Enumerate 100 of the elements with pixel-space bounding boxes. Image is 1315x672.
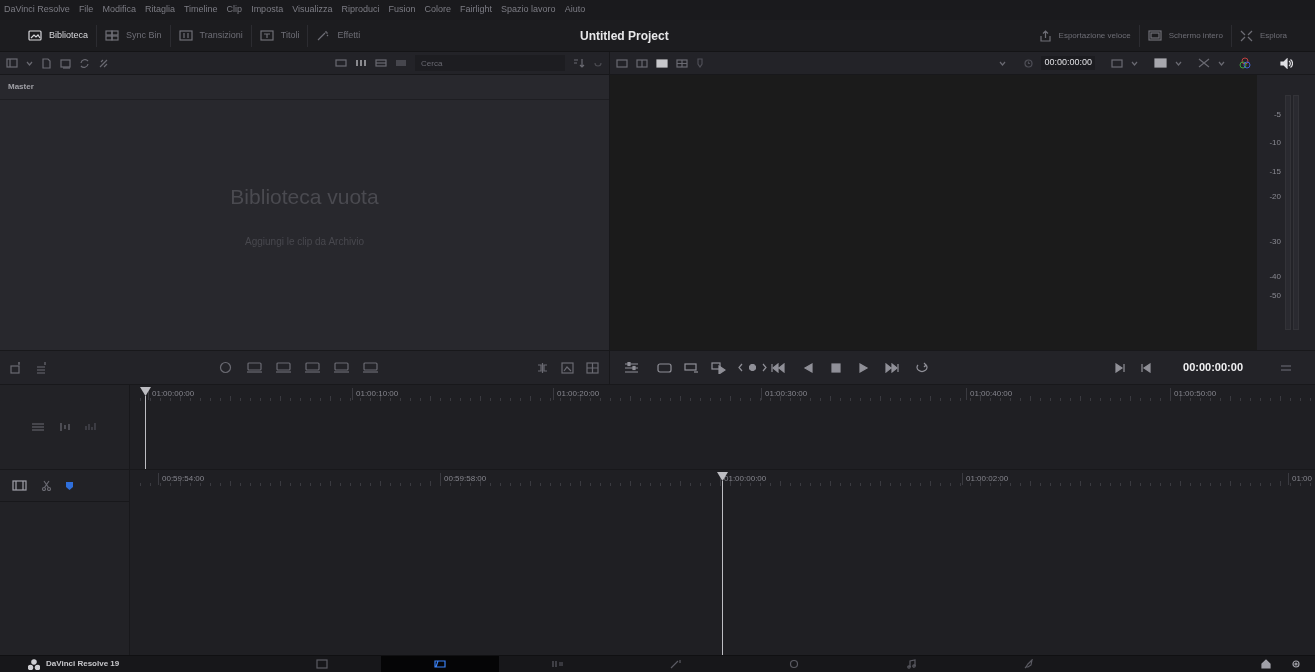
timeline-ruler[interactable]: 00:59:54:00 00:59:58:00 01:00:00:00 01:00:02:00 01:00 [130, 470, 1315, 500]
play-clip-icon[interactable] [711, 361, 726, 374]
ruler-timecode: 01:00:40:00 [966, 388, 1013, 400]
multicam-icon[interactable] [676, 58, 688, 68]
search-field[interactable]: Cerca [415, 55, 565, 71]
cut-page-icon[interactable] [433, 659, 447, 669]
audio-track-icon[interactable] [59, 422, 71, 432]
chevron-down-icon[interactable] [999, 60, 1007, 66]
scissors-icon[interactable] [41, 480, 52, 491]
toolbar-button[interactable]: Effetti [307, 24, 369, 47]
dual-viewer-icon[interactable] [636, 58, 648, 68]
menu-item[interactable]: Spazio lavoro [501, 3, 556, 17]
panel-toggle-icon[interactable] [6, 58, 18, 68]
single-viewer-icon[interactable] [616, 58, 628, 68]
menu-item[interactable]: DaVinci Resolve [4, 3, 70, 17]
ruler-timecode: 01:00:30:00 [761, 388, 808, 400]
reverse-play-icon[interactable] [803, 362, 813, 373]
playhead[interactable] [140, 387, 151, 469]
menu-item[interactable]: Riproduci [341, 3, 380, 17]
media-page-icon[interactable] [315, 659, 329, 669]
import-clip-icon[interactable] [41, 57, 52, 69]
music-note-icon[interactable] [905, 659, 919, 669]
audio-clip-icon[interactable] [684, 361, 699, 374]
next-icon[interactable] [762, 363, 767, 372]
speaker-icon[interactable] [1279, 57, 1293, 69]
menu-item[interactable]: Fairlight [460, 3, 493, 17]
chevron-down-icon[interactable] [1175, 60, 1182, 66]
toolbar-button[interactable]: Titoli [250, 24, 308, 47]
color-wheel-icon[interactable] [1239, 57, 1251, 69]
menu-item[interactable]: Aiuto [564, 3, 586, 17]
menu-item[interactable]: Timeline [183, 3, 218, 17]
track-marker-icon[interactable] [66, 481, 73, 490]
menu-icon[interactable] [1281, 364, 1291, 371]
ruler-timecode: 01:00:20:00 [553, 388, 600, 400]
chevron-down-icon[interactable] [1131, 60, 1138, 66]
menu-item[interactable]: Visualizza [292, 3, 333, 17]
sliders-icon[interactable] [624, 361, 639, 374]
remove-track-icon[interactable] [36, 361, 48, 374]
image-icon[interactable] [28, 30, 42, 41]
menu-item[interactable]: File [78, 3, 94, 17]
menu-item[interactable]: Imposta [251, 3, 284, 17]
wand-page-icon[interactable] [669, 659, 683, 669]
meter-scale-label: -20 [1269, 191, 1281, 204]
transition-icon[interactable] [178, 30, 193, 41]
app-name: DaVinci Resolve 19 [46, 658, 120, 670]
settings-icon[interactable] [1291, 659, 1301, 669]
monitor-icon[interactable] [657, 361, 672, 374]
play-icon[interactable] [859, 362, 869, 373]
picture-icon[interactable] [561, 361, 574, 374]
mark-out-icon[interactable] [1140, 362, 1152, 373]
skip-back-icon[interactable] [771, 362, 785, 373]
menu-item[interactable]: Clip [226, 3, 243, 17]
magic-wand-icon[interactable] [316, 30, 331, 41]
title-icon[interactable] [259, 30, 274, 41]
sort-icon[interactable] [573, 58, 585, 68]
menu-item[interactable]: Modifica [102, 3, 136, 17]
meter-scale-label: -5 [1273, 109, 1281, 122]
home-icon[interactable] [1261, 659, 1271, 669]
expand-icon[interactable] [1239, 29, 1253, 42]
edit-page-icon[interactable] [551, 659, 565, 669]
gallery-icon[interactable] [586, 361, 599, 374]
loop-icon[interactable] [915, 362, 929, 373]
menu-item[interactable]: Fusion [388, 3, 416, 17]
menu-item[interactable]: Colore [424, 3, 452, 17]
filmstrip-view-icon[interactable] [375, 59, 387, 67]
split-clip-icon[interactable] [536, 361, 549, 374]
previous-icon[interactable] [738, 363, 743, 372]
insert-track-icon[interactable] [10, 361, 22, 374]
export-icon[interactable] [1038, 29, 1052, 42]
toolbar-button[interactable]: Esplora [1230, 24, 1295, 47]
import-folder-icon[interactable] [60, 57, 71, 69]
toolbar-button[interactable]: Biblioteca [20, 24, 97, 47]
toolbar-button[interactable]: Sync Bin [96, 24, 170, 47]
viewer-timecode: 00:00:00:00 [1041, 56, 1095, 70]
fullscreen-icon[interactable] [1147, 30, 1162, 41]
bin-folder-label[interactable]: Master [8, 81, 34, 93]
list-view-icon[interactable] [395, 59, 407, 67]
stacked-screens-icon[interactable] [105, 30, 120, 41]
toolbar-button[interactable]: Transizioni [169, 24, 251, 47]
skip-forward-icon[interactable] [885, 362, 899, 373]
strip-view-icon[interactable] [335, 59, 347, 67]
overlay-icon[interactable] [1154, 58, 1167, 68]
circle-icon[interactable] [217, 361, 234, 374]
viewer-mode-icon[interactable] [656, 58, 668, 68]
sync-icon[interactable] [79, 57, 90, 69]
film-icon[interactable] [12, 480, 27, 491]
toolbar-button[interactable]: Esportazione veloce [1030, 24, 1139, 47]
chevron-down-icon[interactable] [1218, 60, 1225, 66]
color-page-icon[interactable] [787, 659, 801, 669]
toolbar-button[interactable]: Schermo intero [1138, 24, 1231, 47]
track-settings-icon[interactable] [31, 422, 45, 432]
stop-icon[interactable] [831, 362, 841, 373]
grid-view-icon[interactable] [355, 59, 367, 67]
clock-icon[interactable] [1024, 58, 1034, 68]
menu-item[interactable]: Ritaglia [144, 3, 175, 17]
project-title: Untitled Project [580, 28, 669, 43]
chevron-down-icon[interactable] [26, 60, 33, 66]
zoom-fit-icon[interactable] [1111, 58, 1123, 68]
mark-in-icon[interactable] [1115, 362, 1127, 373]
marker-icon[interactable] [696, 58, 704, 68]
